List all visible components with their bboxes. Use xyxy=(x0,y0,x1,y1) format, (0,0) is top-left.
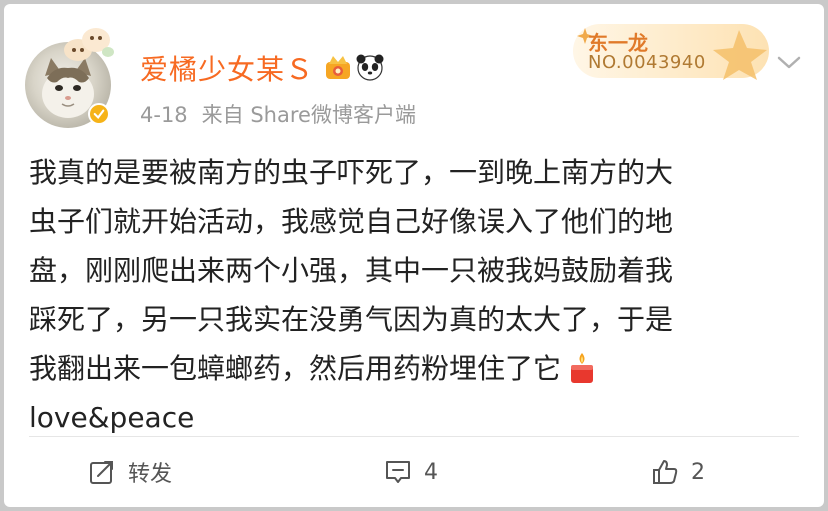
content-line: 盘，刚刚爬出来两个小强，其中一只被我妈鼓励着我 xyxy=(29,254,674,287)
content-line-with-emoji: 我翻出来一包蟑螂药，然后用药粉埋住了它 xyxy=(29,344,789,393)
like-button[interactable]: 2 xyxy=(651,455,705,489)
like-count: 2 xyxy=(691,459,705,485)
content-line: 踩死了，另一只我实在没勇气因为真的太大了，于是 xyxy=(29,303,674,336)
thumbs-up-icon xyxy=(653,460,678,484)
post-date: 4-18 xyxy=(140,103,188,127)
comment-icon xyxy=(386,461,410,483)
repost-icon xyxy=(90,461,113,484)
repost-button[interactable]: 转发 xyxy=(88,455,172,489)
content-line: 我真的是要被南方的虫子吓死了，一到晚上南方的大 xyxy=(29,156,674,189)
candle-emoji-icon xyxy=(571,353,594,383)
post-content: 我真的是要被南方的虫子吓死了，一到晚上南方的大 虫子们就开始活动，我感觉自己好像… xyxy=(29,148,789,442)
verified-badge-icon xyxy=(88,103,110,125)
chevron-down-icon[interactable] xyxy=(776,54,802,72)
post-meta: 4-18 来自 Share微博客户端 xyxy=(140,99,416,129)
comment-count: 4 xyxy=(424,459,438,485)
content-line: 我翻出来一包蟑螂药，然后用药粉埋住了它 xyxy=(29,352,562,385)
panda-badge-icon xyxy=(356,54,384,81)
divider xyxy=(29,436,799,437)
content-line: love&peace xyxy=(29,401,195,434)
avatar-decoration-icon xyxy=(64,28,114,61)
vip-crown-icon xyxy=(326,56,350,79)
repost-label: 转发 xyxy=(128,462,173,487)
comment-button[interactable]: 4 xyxy=(384,455,438,489)
content-line: 虫子们就开始活动，我感觉自己好像误入了他们的地 xyxy=(29,205,674,238)
username[interactable]: 爱橘少女某Ｓ xyxy=(140,48,314,88)
fan-badge-number: NO.0043940 xyxy=(588,52,706,73)
post-source: 来自 Share微博客户端 xyxy=(201,103,416,127)
